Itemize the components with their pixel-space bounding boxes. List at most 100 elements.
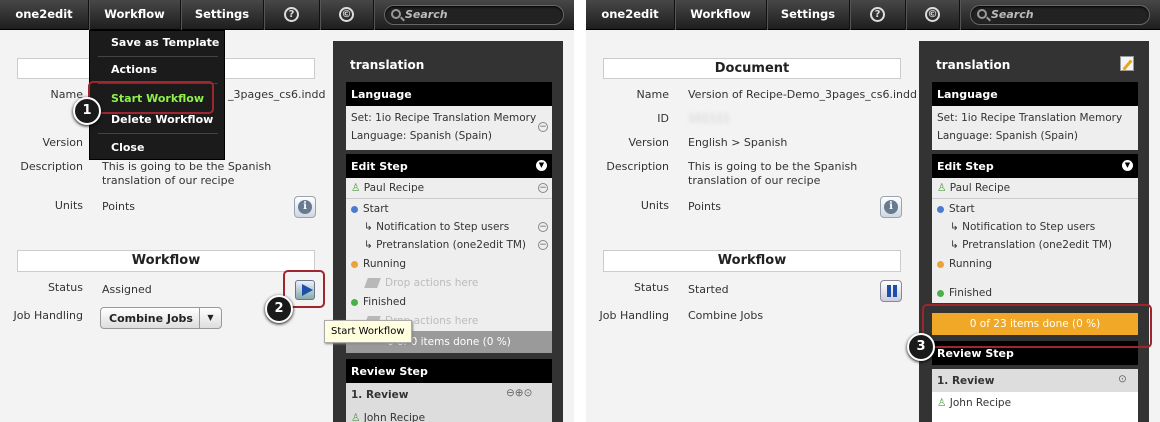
play-icon (295, 280, 315, 300)
help-icon: ? (284, 7, 299, 22)
divider (574, 0, 586, 422)
menu-item-delete-workflow[interactable]: Delete Workflow (111, 113, 213, 126)
user-icon: ♙ (937, 397, 947, 409)
review-section: 1. Review ⊖⊕⊙ ♙ John Recipe (346, 383, 552, 422)
state-start: Start (937, 203, 975, 215)
sidebar-title: translation (936, 58, 1011, 72)
job-handling-value: Combine Jobs (688, 309, 764, 322)
remove-action-icon[interactable]: − (538, 240, 548, 250)
job-handling-label: Job Handling (599, 309, 670, 322)
action-notification: ↳ Notification to Step users (950, 221, 1096, 233)
edit-step-heading: Edit Step ▼ (932, 154, 1138, 178)
chevron-down-icon[interactable]: ▼ (536, 160, 547, 171)
language-section: Set: 1io Recipe Translation Memory Langu… (346, 106, 552, 150)
menu-help[interactable]: ? (850, 0, 906, 30)
state-finished: Finished (351, 296, 406, 308)
language-heading: Language (346, 82, 552, 106)
review-section: 1. Review ⊙ ♙ John Recipe (932, 369, 1138, 422)
menu-item-close[interactable]: Close (111, 141, 144, 154)
units-label: Units (640, 199, 669, 212)
menu-workflow[interactable]: Workflow (89, 0, 181, 30)
info-button[interactable]: i (880, 196, 902, 218)
review-item: 1. Review (351, 389, 409, 401)
review-controls[interactable]: ⊖⊕⊙ (506, 387, 532, 399)
left-screenshot: one2edit Workflow Settings ? © Search Do… (0, 0, 574, 422)
tooltip: Start Workflow (324, 320, 412, 343)
edit-icon[interactable] (1120, 56, 1134, 71)
highlight-start-workflow (88, 81, 214, 114)
search-placeholder: Search (991, 8, 1034, 21)
remove-user-icon[interactable]: − (538, 183, 548, 193)
name-value: _3pages_cs6.indd (228, 88, 326, 101)
step-marker: 2 (265, 295, 293, 323)
description-value: This is going to be the Spanish translat… (102, 160, 272, 187)
user-icon: ♙ (351, 412, 361, 422)
info-icon: i (298, 200, 312, 214)
menu-settings[interactable]: Settings (181, 0, 264, 30)
status-label: Status (47, 281, 83, 294)
copyright-icon: © (925, 7, 940, 22)
document-heading: Document (603, 58, 901, 79)
search-placeholder: Search (405, 8, 448, 21)
edit-step-heading: Edit Step ▼ (346, 154, 552, 178)
state-running: Running (937, 258, 992, 270)
action-pretranslation: ↳ Pretranslation (one2edit TM) (950, 239, 1113, 251)
description-label: Description (20, 160, 83, 173)
search-icon (977, 9, 987, 19)
edit-step-section: ♙ Paul Recipe Start ↳ Notification to St… (932, 178, 1138, 303)
menu-app[interactable]: one2edit (586, 0, 675, 30)
user-icon: ♙ (351, 182, 361, 194)
job-handling-select[interactable]: Combine Jobs ▼ (100, 307, 222, 329)
workflow-heading: Workflow (17, 250, 315, 272)
name-label: Name (636, 88, 669, 101)
menu-bar: one2edit Workflow Settings ? © Search (0, 0, 574, 30)
menu-about[interactable]: © (320, 0, 374, 30)
job-handling-label: Job Handling (13, 309, 84, 322)
sidebar-title: translation (350, 58, 425, 72)
sidebar: translation Language Set: 1io Recipe Tra… (333, 41, 563, 422)
action-pretranslation: ↳ Pretranslation (one2edit TM) (364, 239, 527, 251)
language-value: Language: Spanish (Spain) (937, 130, 1079, 142)
language-heading: Language (932, 82, 1138, 106)
review-controls[interactable]: ⊙ (1118, 373, 1127, 385)
pause-workflow-button[interactable] (880, 280, 902, 302)
workflow-heading: Workflow (603, 250, 901, 272)
sidebar: translation Language Set: 1io Recipe Tra… (919, 41, 1149, 422)
units-label: Units (54, 199, 83, 212)
remove-action-icon[interactable]: − (538, 222, 548, 232)
drop-zone[interactable]: Drop actions here (364, 277, 478, 289)
state-running: Running (351, 258, 406, 270)
search-input[interactable]: Search (384, 5, 564, 25)
state-finished: Finished (937, 287, 992, 299)
menu-help[interactable]: ? (264, 0, 320, 30)
id-value: 101121 (688, 112, 730, 125)
language-set: Set: 1io Recipe Translation Memory (937, 112, 1123, 124)
version-label: Version (42, 136, 83, 149)
menu-item-actions[interactable]: Actions (111, 63, 157, 76)
right-screenshot: one2edit Workflow Settings ? © Search Do… (586, 0, 1160, 422)
info-button[interactable]: i (294, 196, 316, 218)
description-value: This is going to be the Spanish translat… (688, 160, 858, 187)
language-value: Language: Spanish (Spain) (351, 130, 493, 142)
collapse-icon[interactable]: − (538, 122, 548, 132)
info-icon: i (884, 200, 898, 214)
menu-bar: one2edit Workflow Settings ? © Search (586, 0, 1160, 30)
search-input[interactable]: Search (970, 5, 1150, 25)
units-value: Points (102, 200, 136, 213)
menu-workflow[interactable]: Workflow (675, 0, 767, 30)
chevron-down-icon[interactable]: ▼ (1122, 160, 1133, 171)
menu-settings[interactable]: Settings (767, 0, 850, 30)
review-user: ♙ John Recipe (937, 397, 1012, 409)
language-set: Set: 1io Recipe Translation Memory (351, 112, 537, 124)
review-step-heading: Review Step (346, 359, 552, 383)
edit-step-user: ♙ Paul Recipe (937, 182, 1011, 194)
menu-about[interactable]: © (906, 0, 960, 30)
step-marker: 3 (907, 333, 935, 361)
menu-item-save-template[interactable]: Save as Template (111, 36, 219, 49)
language-section: Set: 1io Recipe Translation Memory Langu… (932, 106, 1138, 150)
chevron-down-icon: ▼ (199, 308, 221, 328)
menu-app[interactable]: one2edit (0, 0, 89, 30)
name-value: Version of Recipe-Demo_3pages_cs6.indd (688, 88, 917, 101)
id-label: ID (657, 112, 669, 125)
state-start: Start (351, 203, 389, 215)
